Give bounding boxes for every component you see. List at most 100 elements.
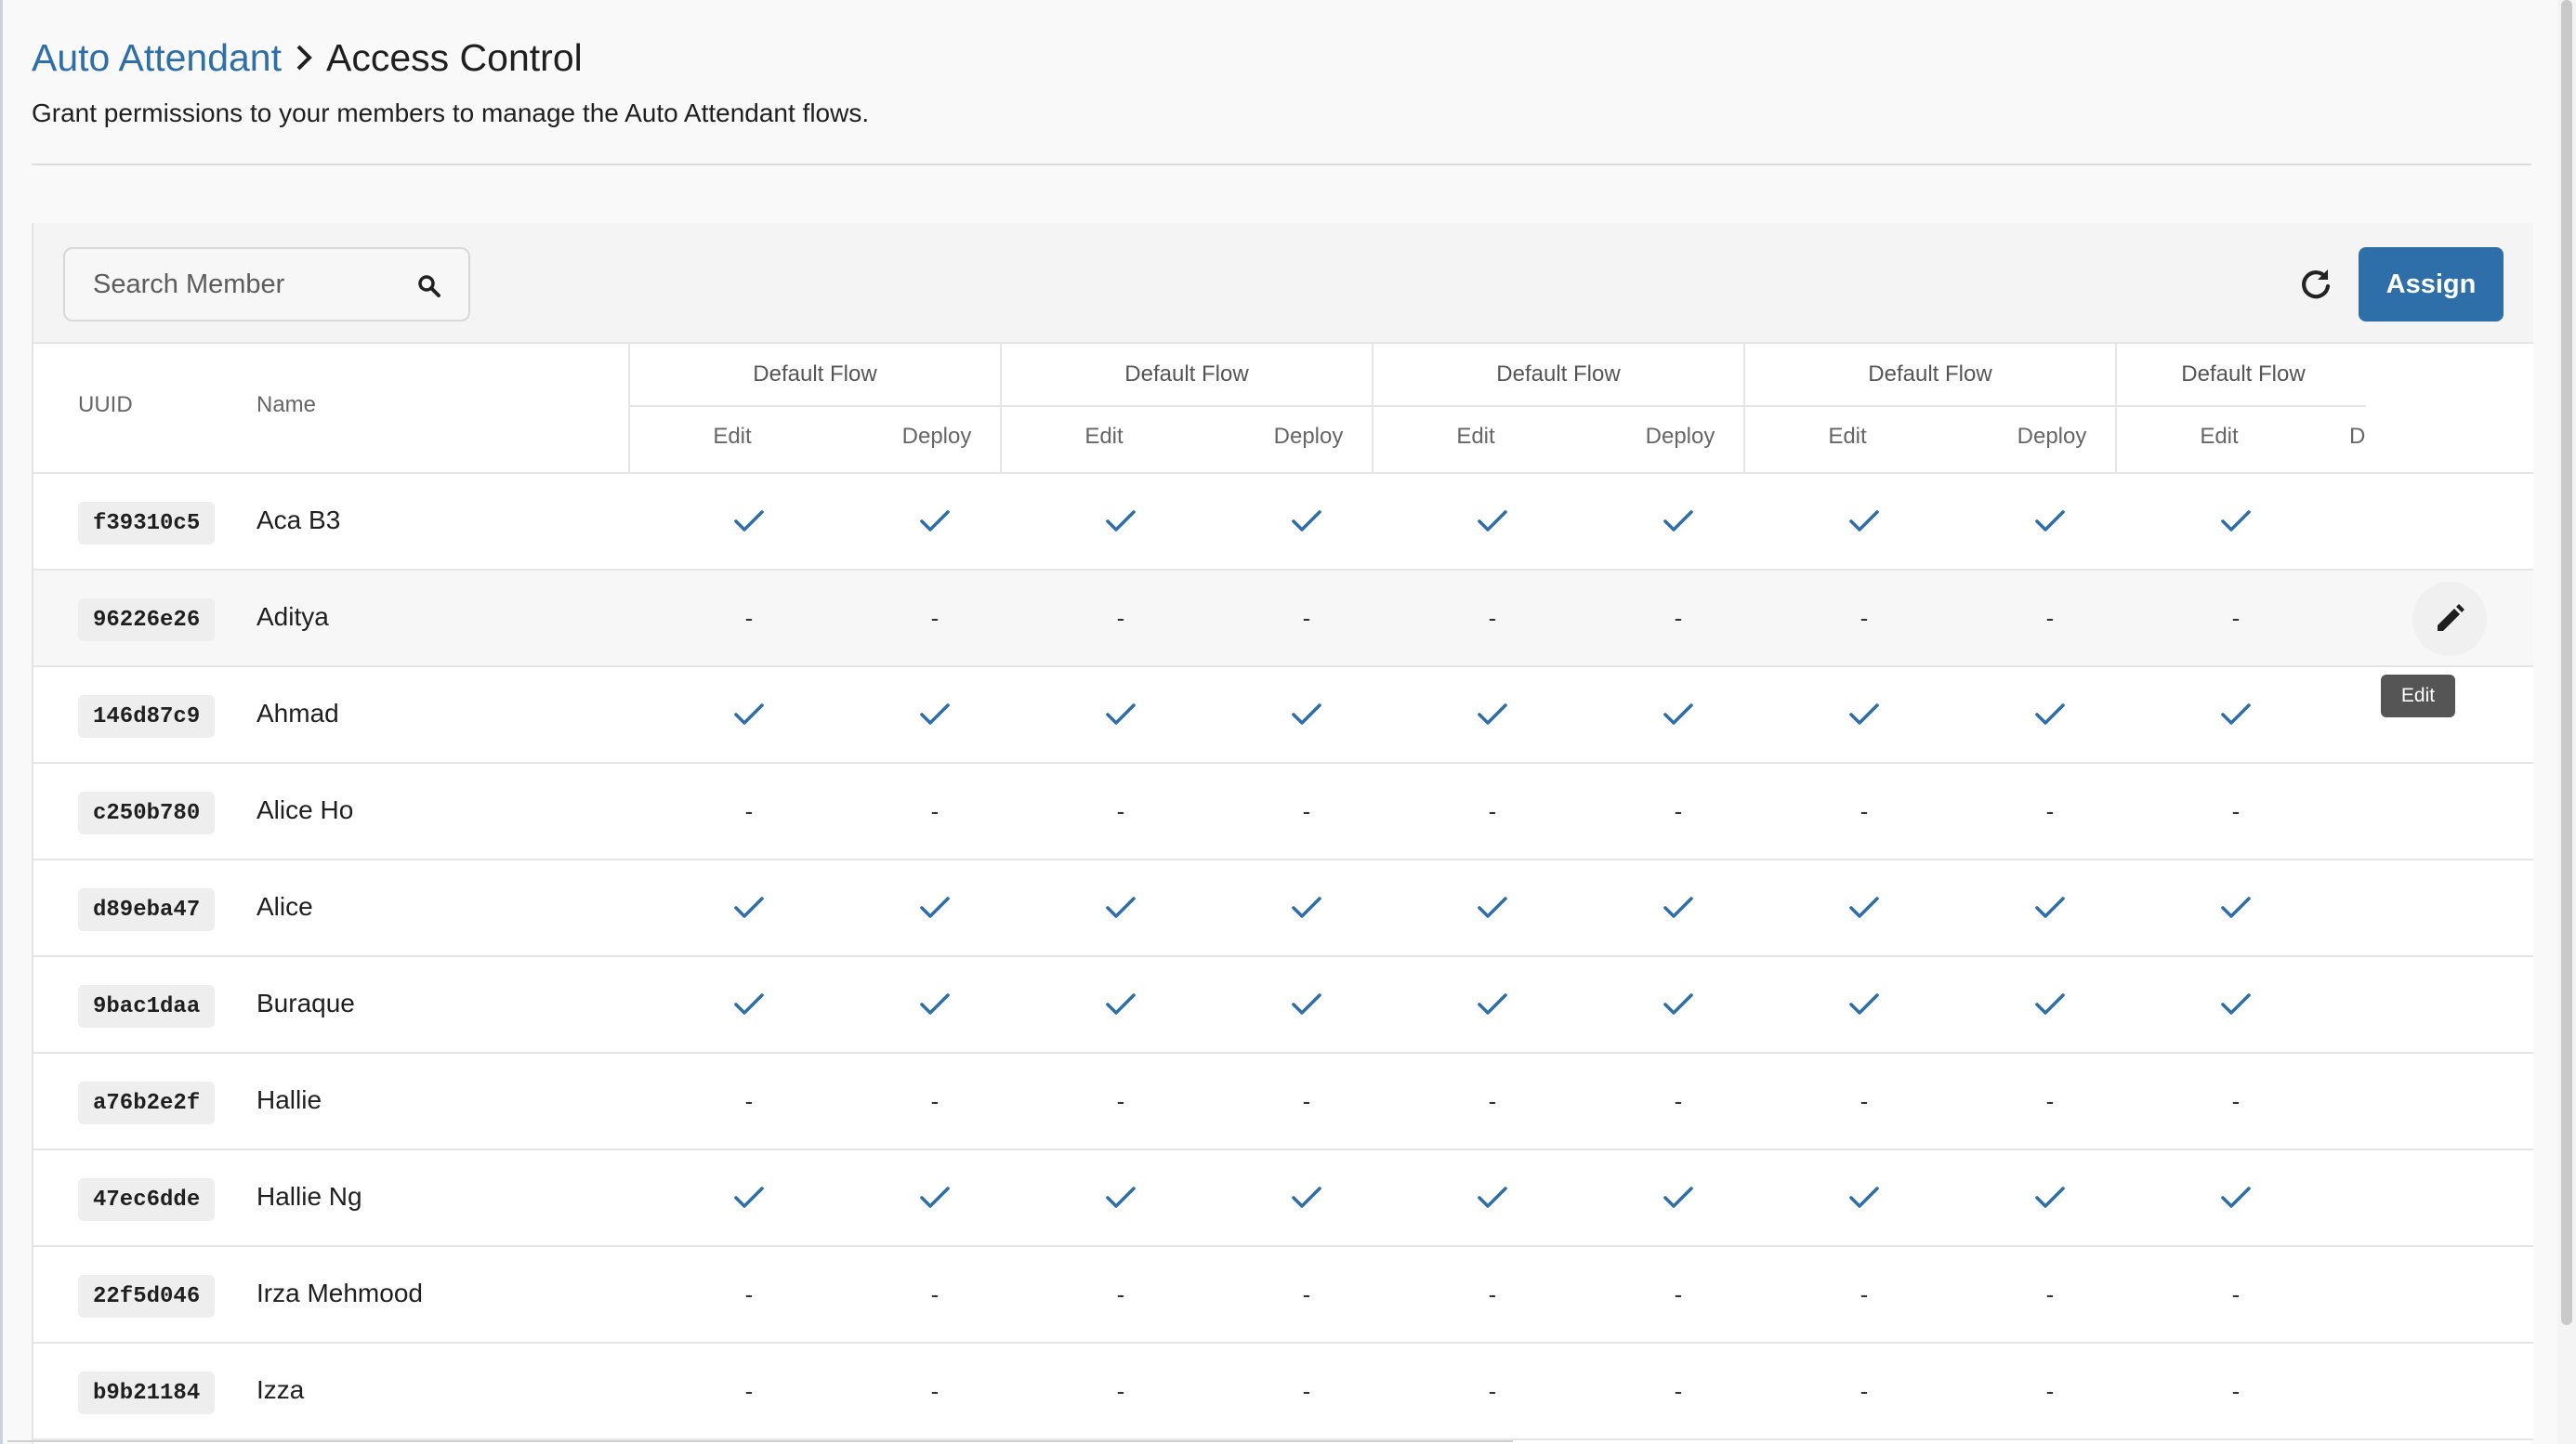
no-permission-dash: - — [744, 1086, 754, 1115]
table-row[interactable]: 96226e26 Aditya - - - - - - - - - — [33, 571, 2533, 667]
assign-button[interactable]: Assign — [2359, 247, 2504, 322]
check-icon — [2213, 1176, 2259, 1219]
table-row[interactable]: 9bac1daa Buraque — [33, 957, 2533, 1054]
check-icon — [912, 500, 958, 543]
check-icon — [726, 693, 772, 736]
table-row[interactable]: d89eba47 Alice — [33, 860, 2533, 957]
column-header-deploy: Deploy — [901, 424, 972, 449]
no-permission-dash: - — [2045, 1280, 2055, 1308]
pencil-icon — [2438, 604, 2464, 631]
check-icon — [1655, 1176, 1702, 1219]
check-icon — [2213, 983, 2259, 1026]
page-subtitle: Grant permissions to your members to man… — [32, 98, 870, 127]
page-title: Access Control — [326, 35, 583, 79]
check-icon — [1841, 983, 1887, 1026]
check-icon — [726, 983, 772, 1026]
search-icon[interactable] — [416, 273, 442, 299]
refresh-button[interactable] — [2288, 256, 2344, 312]
no-permission-dash: - — [1302, 796, 1311, 825]
check-icon — [1097, 1176, 1144, 1219]
check-icon — [1655, 886, 1702, 929]
flow-group-header: Default Flow Edit D — [2115, 344, 2366, 474]
check-icon — [2027, 693, 2073, 736]
column-header-deploy: Deploy — [1273, 424, 1344, 449]
search-box[interactable] — [63, 247, 470, 322]
access-control-panel: Assign UUID Name Default FlowEditDeployD… — [32, 223, 2533, 1444]
member-name: Alice — [256, 892, 313, 921]
no-permission-dash: - — [2231, 603, 2241, 632]
check-icon — [912, 1176, 958, 1219]
flow-title: Default Flow — [1002, 344, 1372, 407]
check-icon — [2213, 693, 2259, 736]
check-icon — [1841, 886, 1887, 929]
member-name: Aditya — [256, 602, 329, 631]
no-permission-dash: - — [930, 796, 940, 825]
no-permission-dash: - — [1488, 603, 1497, 632]
table-row[interactable]: b9b21184 Izza - - - - - - - - - — [33, 1344, 2533, 1440]
check-icon — [2027, 1176, 2073, 1219]
check-icon — [2213, 500, 2259, 543]
no-permission-dash: - — [2231, 796, 2241, 825]
check-icon — [912, 886, 958, 929]
no-permission-dash: - — [1302, 1376, 1311, 1405]
no-permission-dash: - — [1302, 603, 1311, 632]
table-row[interactable]: a76b2e2f Hallie - - - - - - - - - — [33, 1054, 2533, 1150]
check-icon — [2027, 886, 2073, 929]
check-icon — [1841, 500, 1887, 543]
no-permission-dash: - — [930, 603, 940, 632]
table-row[interactable]: f39310c5 Aca B3 — [33, 474, 2533, 571]
no-permission-dash: - — [1116, 1376, 1125, 1405]
check-icon — [1655, 693, 1702, 736]
no-permission-dash: - — [2231, 1376, 2241, 1405]
scrollbar-thumb[interactable] — [2561, 0, 2572, 1325]
uuid-badge: b9b21184 — [78, 1372, 216, 1414]
column-header-deploy: D — [2349, 424, 2366, 449]
table-row[interactable]: c250b780 Alice Ho - - - - - - - - - — [33, 764, 2533, 860]
flow-title: Default Flow — [630, 344, 1000, 407]
uuid-badge: 96226e26 — [78, 598, 216, 641]
member-name: Hallie — [256, 1085, 322, 1114]
search-input[interactable] — [93, 269, 390, 300]
column-header-edit: Edit — [1084, 424, 1124, 449]
table-row[interactable]: 22f5d046 Irza Mehmood - - - - - - - - - — [33, 1247, 2533, 1344]
scrollbar[interactable] — [2557, 0, 2576, 1444]
uuid-badge: 146d87c9 — [78, 695, 216, 738]
horizontal-scrollbar[interactable] — [7, 1440, 1513, 1442]
edit-row-button[interactable] — [2412, 582, 2487, 656]
no-permission-dash: - — [2231, 1086, 2241, 1115]
table-body: f39310c5 Aca B3 96226e26 Aditya - - - - - - - - - 146… — [33, 474, 2533, 1440]
check-icon — [1655, 500, 1702, 543]
flow-title: Default Flow — [1745, 344, 2115, 407]
member-name: Izza — [256, 1375, 305, 1404]
member-name: Alice Ho — [256, 795, 354, 824]
table-row[interactable]: 146d87c9 Ahmad — [33, 667, 2533, 764]
no-permission-dash: - — [1116, 603, 1125, 632]
no-permission-dash: - — [1674, 1376, 1683, 1405]
member-name: Buraque — [256, 989, 355, 1017]
uuid-badge: c250b780 — [78, 792, 216, 834]
no-permission-dash: - — [1860, 1376, 1869, 1405]
flow-group-header: Default Flow Edit Deploy — [1743, 344, 2115, 474]
uuid-badge: f39310c5 — [78, 502, 216, 545]
check-icon — [726, 1176, 772, 1219]
check-icon — [1655, 983, 1702, 1026]
check-icon — [1469, 886, 1516, 929]
breadcrumb-auto-attendant-link[interactable]: Auto Attendant — [32, 36, 282, 80]
member-name: Aca B3 — [256, 505, 341, 534]
check-icon — [726, 500, 772, 543]
check-icon — [1097, 983, 1144, 1026]
check-icon — [1469, 1176, 1516, 1219]
table-row[interactable]: 47ec6dde Hallie Ng — [33, 1150, 2533, 1247]
column-header-deploy: Deploy — [1645, 424, 1715, 449]
no-permission-dash: - — [1488, 1376, 1497, 1405]
check-icon — [912, 983, 958, 1026]
edit-tooltip: Edit — [2381, 675, 2455, 717]
member-name: Irza Mehmood — [256, 1279, 423, 1307]
chevron-right-icon — [282, 39, 326, 76]
divider — [32, 164, 2531, 165]
no-permission-dash: - — [1674, 1280, 1683, 1308]
no-permission-dash: - — [2045, 796, 2055, 825]
breadcrumb: Auto Attendant Access Control — [32, 32, 583, 84]
no-permission-dash: - — [1860, 796, 1869, 825]
check-icon — [726, 886, 772, 929]
